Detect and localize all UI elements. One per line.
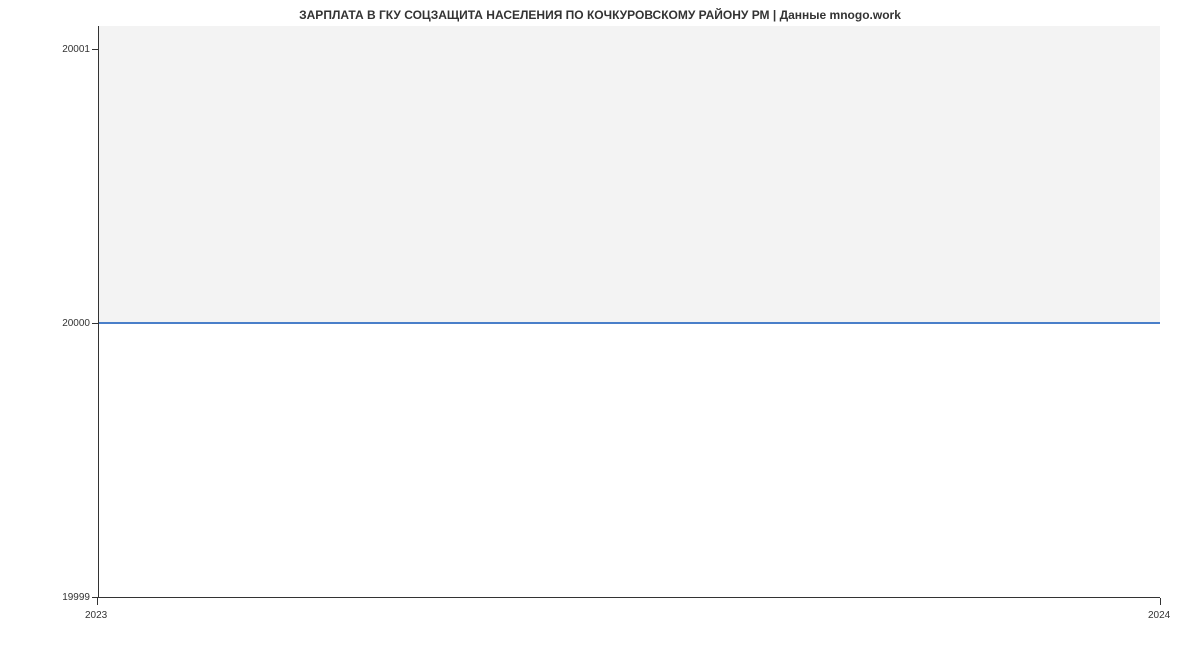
y-axis-label: 20001 bbox=[40, 44, 90, 55]
y-axis-tick bbox=[92, 49, 99, 50]
plot-area bbox=[98, 26, 1160, 598]
y-axis-label: 19999 bbox=[40, 592, 90, 603]
chart-fill-region bbox=[99, 26, 1160, 323]
y-axis-tick bbox=[92, 323, 99, 324]
x-axis-label: 2023 bbox=[85, 610, 107, 621]
chart-line bbox=[99, 322, 1160, 324]
chart-title: ЗАРПЛАТА В ГКУ СОЦЗАЩИТА НАСЕЛЕНИЯ ПО КО… bbox=[0, 8, 1200, 22]
y-axis-label: 20000 bbox=[40, 318, 90, 329]
x-axis-label: 2024 bbox=[1148, 610, 1170, 621]
x-axis-tick bbox=[1160, 598, 1161, 605]
x-axis-tick bbox=[97, 598, 98, 605]
